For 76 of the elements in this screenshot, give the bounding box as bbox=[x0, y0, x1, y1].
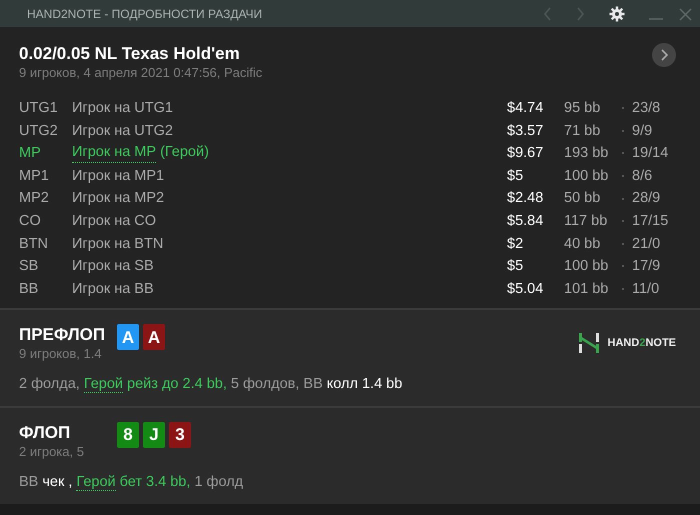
stack-amount: $5.84 bbox=[507, 212, 544, 231]
player-stats: 17/15 bbox=[632, 212, 670, 231]
big-blinds: 117 bb bbox=[564, 212, 608, 231]
position-label: MP bbox=[19, 144, 42, 164]
player-stats: 9/9 bbox=[632, 122, 654, 141]
big-blinds: 40 bb bbox=[564, 234, 602, 254]
player-stats: 17/9 bbox=[632, 257, 662, 276]
stack-amount: $4.74 bbox=[507, 99, 544, 118]
player-name[interactable]: Игрок на SB bbox=[72, 255, 154, 278]
playing-card: A bbox=[117, 324, 139, 350]
position-label: SB bbox=[19, 257, 40, 276]
player-stats: 23/8 bbox=[632, 99, 662, 118]
player-stats: 11/0 bbox=[632, 280, 660, 299]
big-blinds: 193 bb bbox=[564, 144, 610, 164]
playing-card: J bbox=[143, 422, 165, 448]
hero-tag: (Герой) bbox=[160, 142, 209, 162]
separator-dot bbox=[622, 152, 624, 154]
stack-amount: $5 bbox=[507, 257, 524, 276]
separator-dot bbox=[622, 130, 624, 132]
street-name: ФЛОП bbox=[19, 422, 72, 444]
position-label: BTN bbox=[19, 234, 49, 254]
stack-amount: $5 bbox=[507, 166, 524, 186]
back-icon[interactable] bbox=[543, 4, 552, 22]
logo-text: HAND2NOTE bbox=[608, 336, 676, 352]
settings-icon[interactable] bbox=[609, 4, 625, 22]
street-info: 9 игроков, 1.4 bbox=[19, 345, 103, 362]
position-label: UTG1 bbox=[19, 99, 59, 118]
stack-amount: $9.67 bbox=[507, 144, 544, 164]
separator-dot bbox=[622, 175, 624, 178]
big-blinds: 50 bb bbox=[564, 189, 602, 208]
stack-amount: $2.48 bbox=[507, 189, 544, 208]
player-stats: 21/0 bbox=[632, 234, 662, 254]
player-name[interactable]: Игрок на BTN bbox=[72, 232, 164, 256]
logo-icon bbox=[578, 332, 600, 354]
position-label: MP2 bbox=[19, 189, 50, 208]
next-button[interactable] bbox=[652, 43, 676, 67]
forward-icon[interactable] bbox=[576, 4, 585, 22]
big-blinds: 95 bb bbox=[564, 99, 602, 118]
position-label: BB bbox=[19, 280, 40, 299]
big-blinds: 100 bb bbox=[564, 257, 610, 276]
player-stats: 19/14 bbox=[632, 144, 670, 164]
separator-dot bbox=[622, 288, 624, 290]
player-name[interactable]: Игрок на MP1 bbox=[72, 164, 164, 188]
big-blinds: 101 bb bbox=[564, 280, 610, 299]
hand-subtitle: 9 игроков, 4 апреля 2021 0:47:56, Pacific bbox=[19, 64, 262, 81]
player-name[interactable]: Игрок на MP bbox=[72, 142, 156, 164]
stack-amount: $2 bbox=[507, 234, 524, 254]
stack-amount: $5.04 bbox=[507, 280, 544, 299]
player-name[interactable]: Игрок на CO bbox=[72, 210, 156, 233]
playing-card: 3 bbox=[169, 422, 191, 448]
window-title: HAND2NOTE - ПОДРОБНОСТИ РАЗДАЧИ bbox=[27, 6, 264, 22]
player-name[interactable]: Игрок на MP2 bbox=[72, 187, 164, 210]
playing-card: 8 bbox=[117, 422, 139, 448]
separator-dot bbox=[622, 265, 624, 268]
big-blinds: 71 bb bbox=[564, 122, 602, 141]
player-stats: 8/6 bbox=[632, 166, 654, 186]
separator-dot bbox=[622, 242, 624, 245]
position-label: MP1 bbox=[19, 166, 50, 186]
separator-dot bbox=[622, 220, 624, 222]
big-blinds: 100 bb bbox=[564, 166, 610, 186]
street-name: ПРЕФЛОП bbox=[19, 324, 106, 346]
stack-amount: $3.57 bbox=[507, 122, 544, 141]
player-name[interactable]: Игрок на BB bbox=[72, 278, 154, 300]
separator-dot bbox=[622, 107, 624, 110]
street-info: 2 игрока, 5 bbox=[19, 443, 85, 460]
hand-title: 0.02/0.05 NL Texas Hold'em bbox=[19, 43, 241, 64]
playing-card: A bbox=[143, 324, 165, 350]
player-name[interactable]: Игрок на UTG1 bbox=[72, 97, 173, 120]
position-label: CO bbox=[19, 212, 42, 231]
chevron-right-icon bbox=[659, 48, 669, 61]
action-summary: 2 фолда, Герой рейз до 2.4 bb, 5 фолдов, BB колл 1.4 bb bbox=[19, 375, 404, 396]
player-stats: 28/9 bbox=[632, 189, 662, 208]
separator-dot bbox=[622, 198, 624, 200]
player-name[interactable]: Игрок на UTG2 bbox=[72, 120, 173, 142]
action-summary: BB чек , Герой бет 3.4 bb, 1 фолд bbox=[19, 473, 244, 494]
position-label: UTG2 bbox=[19, 122, 59, 141]
